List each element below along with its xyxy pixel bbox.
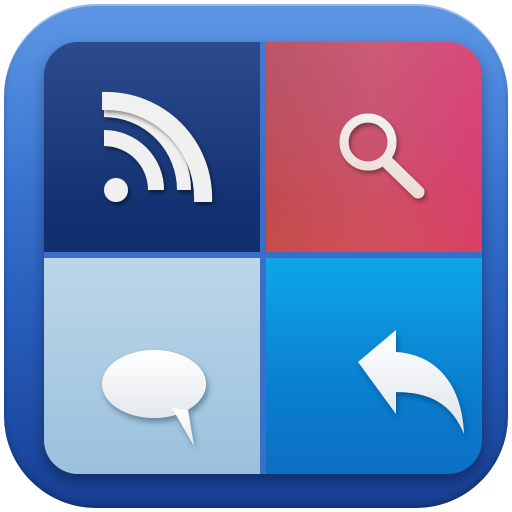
search-magnifier-icon [339,113,425,199]
app-icon[interactable] [4,4,508,508]
tile-reply[interactable] [266,258,482,474]
reply-arrow-icon [358,330,464,434]
tile-chat[interactable] [44,258,260,474]
rss-feed-icon [102,91,213,202]
tile-rss[interactable] [44,42,260,252]
tile-search[interactable] [266,42,482,252]
tile-divider-horizontal [44,252,482,258]
tile-divider-vertical [260,42,266,474]
tile-grid [44,42,482,474]
chat-bubble-icon [102,350,206,446]
